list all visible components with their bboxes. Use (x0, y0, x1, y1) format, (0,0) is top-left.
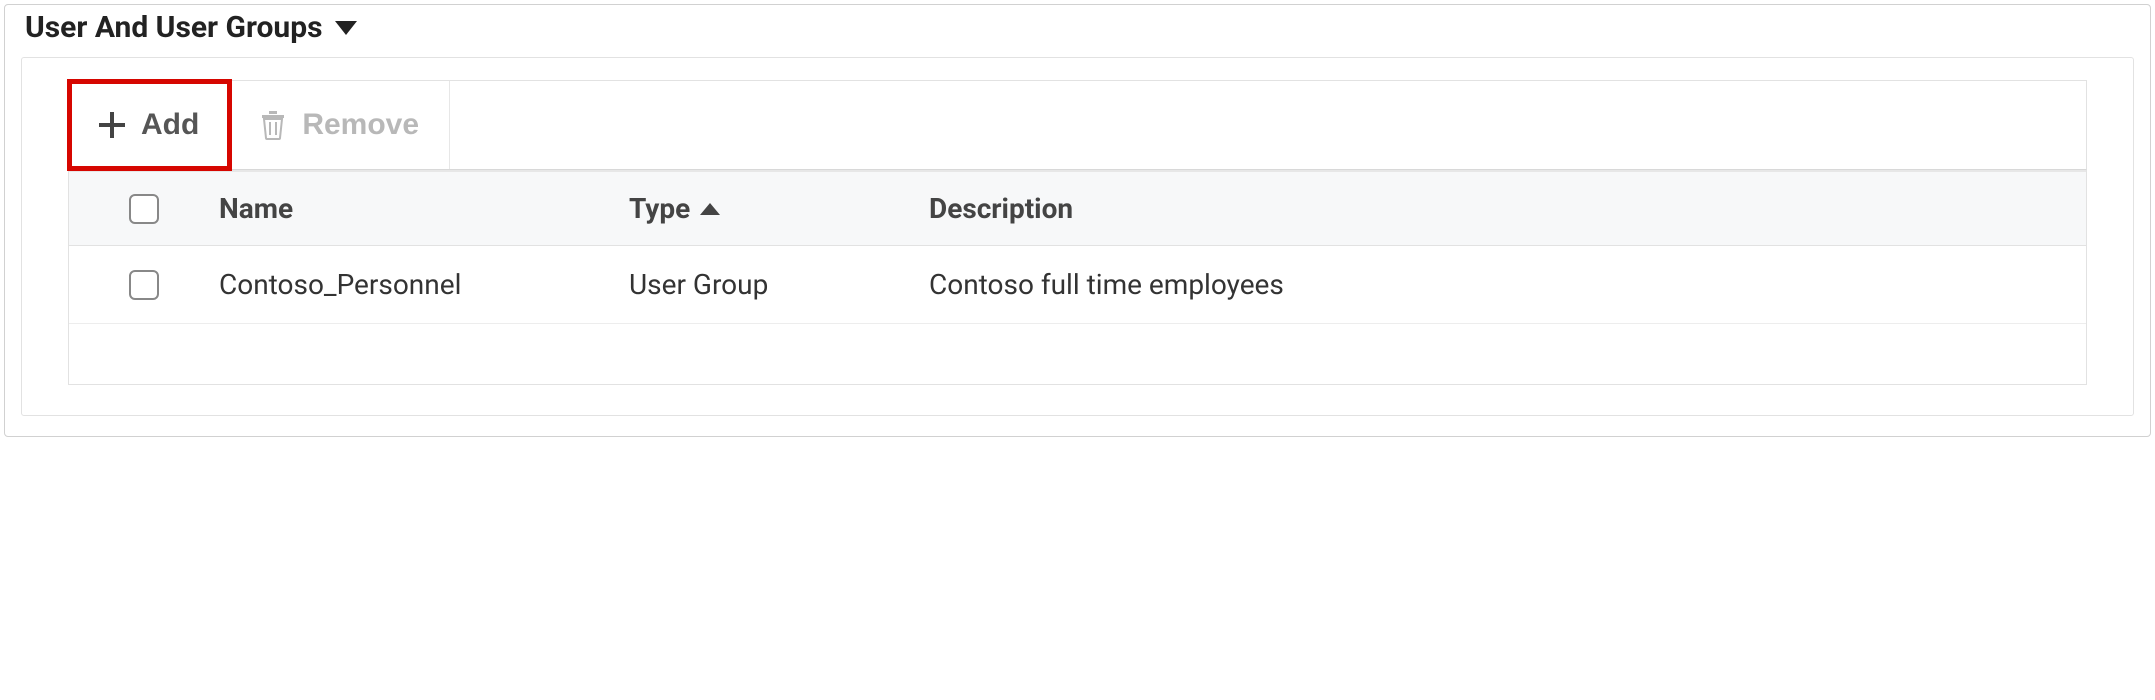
column-header-description-label: Description (929, 192, 1073, 225)
row-type-cell: User Group (629, 268, 929, 301)
table-header-row: Name Type Description (69, 170, 2086, 246)
row-name-cell: Contoso_Personnel (219, 268, 629, 301)
section-title: User And User Groups (25, 10, 323, 45)
table-row[interactable]: Contoso_Personnel User Group Contoso ful… (69, 246, 2086, 324)
row-checkbox[interactable] (129, 270, 159, 300)
row-checkbox-cell (69, 270, 219, 300)
toolbar: Add Remove (68, 80, 2087, 170)
column-header-type[interactable]: Type (629, 192, 929, 225)
column-header-type-label: Type (629, 192, 690, 225)
add-button[interactable]: Add (69, 81, 230, 169)
data-table: Name Type Description (68, 170, 2087, 385)
column-header-name-label: Name (219, 192, 293, 225)
sort-ascending-icon (700, 203, 720, 215)
column-header-description[interactable]: Description (929, 192, 2086, 225)
column-header-name[interactable]: Name (219, 192, 629, 225)
select-all-checkbox[interactable] (129, 194, 159, 224)
plus-icon (99, 112, 125, 138)
collapse-triangle-icon (335, 21, 357, 35)
table-empty-space (69, 324, 2086, 384)
remove-button[interactable]: Remove (230, 81, 450, 169)
remove-button-label: Remove (302, 108, 419, 142)
row-type: User Group (629, 268, 768, 301)
row-name: Contoso_Personnel (219, 268, 461, 301)
section-header[interactable]: User And User Groups (21, 10, 2134, 45)
section-panel: User And User Groups Add (4, 4, 2151, 437)
header-checkbox-cell (69, 194, 219, 224)
row-description: Contoso full time employees (929, 268, 1284, 301)
add-button-label: Add (141, 108, 199, 142)
inner-panel: Add Remove (21, 57, 2134, 416)
row-description-cell: Contoso full time employees (929, 268, 2086, 301)
trash-icon (260, 110, 286, 140)
